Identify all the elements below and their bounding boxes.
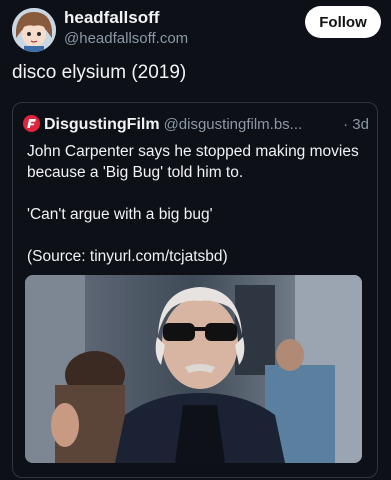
post-header: headfallsoff @headfallsoff.com Follow [8,6,383,52]
author-handle[interactable]: @headfallsoff.com [64,30,188,47]
avatar[interactable] [12,8,56,52]
quoted-line-2: 'Can't argue with a big bug' [27,206,213,223]
quoted-post[interactable]: DisgustingFilm @disgustingfilm.bs... · 3d… [12,102,378,478]
quoted-post-text: John Carpenter says he stopped making mo… [27,141,363,267]
quoted-line-1: John Carpenter says he stopped making mo… [27,143,359,181]
follow-button[interactable]: Follow [305,6,381,38]
quoted-line-3: (Source: tinyurl.com/tcjatsbd) [27,248,228,265]
quoted-post-photo[interactable] [25,275,362,463]
quoted-author-name[interactable]: DisgustingFilm [44,116,160,133]
film-logo-icon [23,115,40,132]
quoted-post-header: DisgustingFilm @disgustingfilm.bs... · 3d [23,115,369,137]
author-name[interactable]: headfallsoff [64,8,159,28]
post-text: disco elysium (2019) [12,62,187,83]
quoted-author-handle[interactable]: @disgustingfilm.bs... [164,116,303,133]
quoted-timestamp[interactable]: · 3d [343,116,369,133]
